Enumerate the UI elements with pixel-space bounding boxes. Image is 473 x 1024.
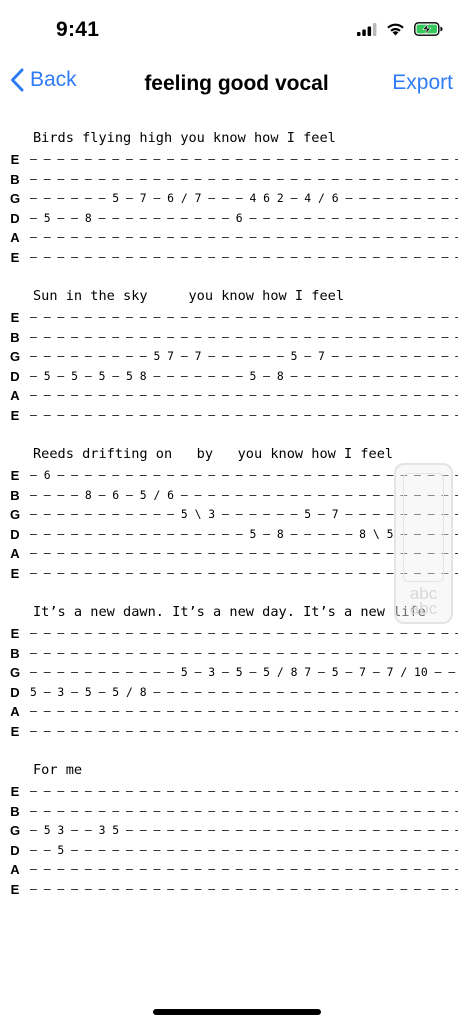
lyric-line: Birds flying high you know how I feel [33,130,336,146]
status-icons [357,22,443,36]
string-label: E [10,468,20,483]
string-row: B — — — — — — — — — — — — — — — — — — — —… [0,170,473,190]
string-row: D — 5 — — 8 — — — — — — — — — — 6 — — — —… [0,209,473,229]
chevron-left-icon [11,68,24,92]
back-label: Back [30,68,77,91]
string-label: E [10,407,20,423]
stanza-2: Sun in the sky you know how I feel E — — … [0,284,473,442]
string-label: G [9,191,21,207]
string-row: E — — — — — — — — — — — — — — — — — — — —… [0,782,473,802]
watermark-label: abc abc [409,584,438,618]
string-label: A [10,546,20,562]
back-button[interactable]: Back [10,68,77,92]
tab-line: — — — — — — — — — — — — — — — — — — — — … [30,249,458,264]
string-label: D [10,684,20,700]
string-label: E [10,626,20,641]
tab-line: — 5 — 5 — 5 — 5 8 — — — — — — — 5 — 8 — … [30,368,458,383]
tab-line: — — — — — — — — — — — — — — — — — — — — … [30,704,458,719]
string-row: G — — — — — — — — — — — 5 — 3 — 5 — 5 / 8… [0,663,473,683]
string-label: G [9,507,21,523]
tab-line: — — — — — — — — — — — — — — — — — — — — … [30,862,458,877]
status-time: 9:41 [56,18,100,41]
tab-line: 5 — 3 — 5 — 5 / 8 — — — — — — — — — — — … [30,684,458,699]
string-label: E [10,310,20,325]
tab-line: — — — — — — — — — — — — — — — — — — — — … [30,310,458,324]
tab-line: — — — — — — — — — — — 5 — 3 — 5 — 5 / 8 … [30,665,456,680]
string-label: E [10,784,20,799]
export-button[interactable]: Export [392,71,453,95]
tab-line: — — — — — — — — — — — — — — — — — — — — … [30,803,458,818]
string-label: G [9,665,21,681]
string-row: E — — — — — — — — — — — — — — — — — — — —… [0,624,473,644]
tab-line: — — — — — — — — — — — — — — — — — — — — … [30,152,458,166]
tab-line: — — — — — — — — — — — — — — — — — — — — … [30,230,458,245]
tab-line: — — — — — — — — — — — — — — — — — — — — … [30,645,458,660]
tab-line: — — — — — — — — — — — — — — — — — — — — … [30,881,458,896]
string-label: E [10,152,20,167]
string-row: G — — — — — — 5 — 7 — 6 / 7 — — — 4 6 2 —… [0,189,473,209]
string-row: E — — — — — — — — — — — — — — — — — — — —… [0,308,473,328]
tab-line: — — — — — — — — — — — — — — — — — — — — … [30,784,458,798]
string-row: A — — — — — — — — — — — — — — — — — — — —… [0,860,473,880]
home-indicator[interactable] [153,1009,321,1015]
tab-line: — — — — — — — — — — — — — — — — — — — — … [30,329,458,344]
status-bar: 9:41 [0,0,473,60]
string-label: A [10,388,20,404]
string-label: E [10,249,20,265]
stanza-1: Birds flying high you know how I feel E —… [0,126,473,284]
string-label: A [10,704,20,720]
string-label: G [9,349,21,365]
string-label: E [10,723,20,739]
string-row: E — — — — — — — — — — — — — — — — — — — —… [0,722,473,742]
string-row: E — — — — — — — — — — — — — — — — — — — —… [0,150,473,170]
string-label: D [10,210,20,226]
watermark-frame [403,473,444,582]
string-row: E — — — — — — — — — — — — — — — — — — — —… [0,406,473,426]
string-row: A — — — — — — — — — — — — — — — — — — — —… [0,228,473,248]
string-label: A [10,862,20,878]
cellular-signal-icon [357,22,377,36]
wifi-icon [387,23,404,36]
string-label: B [10,171,20,187]
tab-line: — — — — — — — — — — — — — — — — — — — — … [30,407,458,422]
tab-line: — — 5 — — — — — — — — — — — — — — — — — … [30,842,458,857]
string-label: B [10,487,20,503]
string-label: B [10,645,20,661]
tab-line: — — — — — — — — — — — — — — — — — — — — … [30,723,458,738]
string-label: D [10,526,20,542]
string-row: D — — 5 — — — — — — — — — — — — — — — — —… [0,841,473,861]
string-row: G — — — — — — — — — 5 7 — 7 — — — — — — 5… [0,347,473,367]
string-label: B [10,329,20,345]
string-row: D — 5 — 5 — 5 — 5 8 — — — — — — — 5 — 8 —… [0,367,473,387]
battery-charging-icon [414,22,443,36]
string-label: G [9,823,21,839]
tab-line: — — — — — — — — — 5 7 — 7 — — — — — — 5 … [30,349,458,364]
string-row: E — — — — — — — — — — — — — — — — — — — —… [0,248,473,268]
string-row: E — — — — — — — — — — — — — — — — — — — —… [0,880,473,900]
stanza-5: For me E — — — — — — — — — — — — — — — — … [0,758,473,916]
string-row: A — — — — — — — — — — — — — — — — — — — —… [0,386,473,406]
string-label: B [10,803,20,819]
string-row: B — — — — — — — — — — — — — — — — — — — —… [0,802,473,822]
string-label: D [10,842,20,858]
tab-line: — — — — — — — — — — — — — — — — — — — — … [30,388,458,403]
string-row: A — — — — — — — — — — — — — — — — — — — —… [0,702,473,722]
tab-line: — 5 — — 8 — — — — — — — — — — 6 — — — — … [30,210,458,225]
string-row: D 5 — 3 — 5 — 5 / 8 — — — — — — — — — — —… [0,683,473,703]
string-label: E [10,881,20,897]
lyric-line: Sun in the sky you know how I feel [33,288,344,304]
navigation-bar: Back feeling good vocal Export [0,60,473,108]
string-row: B — — — — — — — — — — — — — — — — — — — —… [0,328,473,348]
string-label: A [10,230,20,246]
text-input-watermark: abc abc [394,463,453,624]
string-row: G — 5 3 — — 3 5 — — — — — — — — — — — — —… [0,821,473,841]
tab-line: — 5 3 — — 3 5 — — — — — — — — — — — — — … [30,823,458,838]
tab-line: — — — — — — — — — — — — — — — — — — — — … [30,626,458,640]
string-label: D [10,368,20,384]
tab-line: — — — — — — 5 — 7 — 6 / 7 — — — 4 6 2 — … [30,191,458,206]
tab-line: — — — — — — — — — — — — — — — — — — — — … [30,171,458,186]
string-label: E [10,565,20,581]
string-row: B — — — — — — — — — — — — — — — — — — — —… [0,644,473,664]
lyric-line: For me [33,762,83,778]
